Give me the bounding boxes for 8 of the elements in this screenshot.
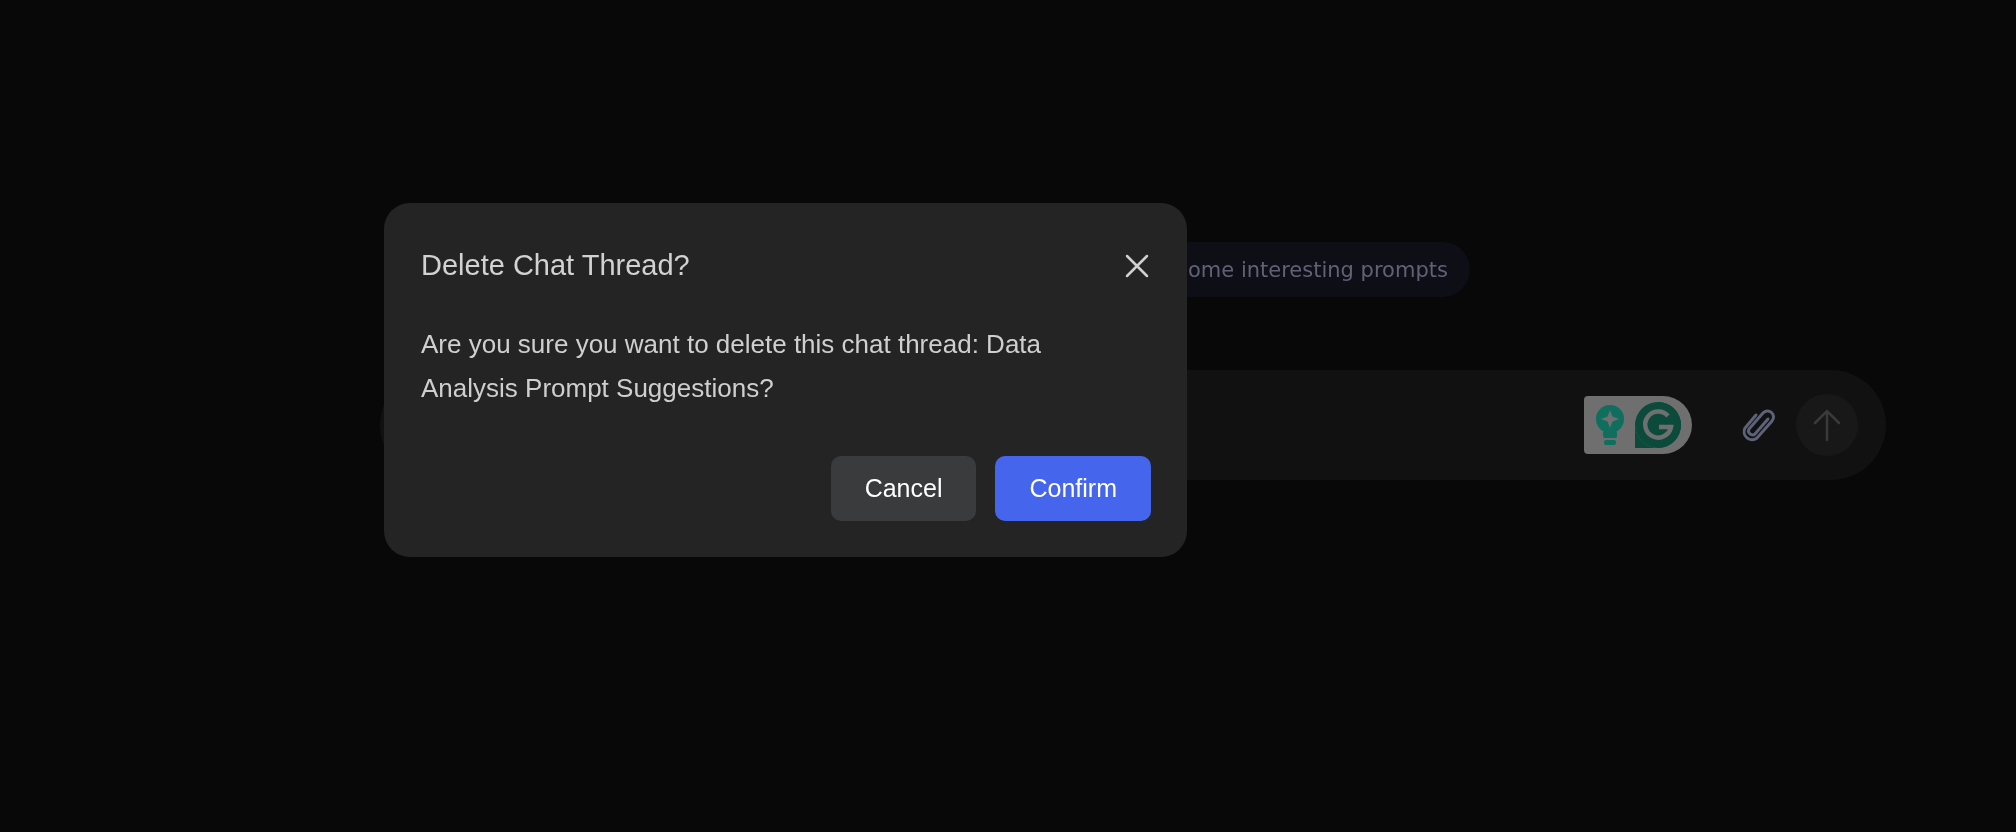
dialog-message: Are you sure you want to delete this chat thread: Data Analysis Prompt Suggestions? [421, 328, 1043, 405]
arrow-up-icon [1812, 408, 1842, 442]
confirm-button[interactable]: Confirm [995, 456, 1151, 521]
writing-assistant-widget[interactable] [1584, 396, 1692, 454]
dialog-title: Delete Chat Thread? [421, 249, 690, 282]
lightbulb-icon [1593, 404, 1627, 446]
cancel-button[interactable]: Cancel [830, 456, 977, 521]
g-logo-icon [1633, 400, 1683, 450]
